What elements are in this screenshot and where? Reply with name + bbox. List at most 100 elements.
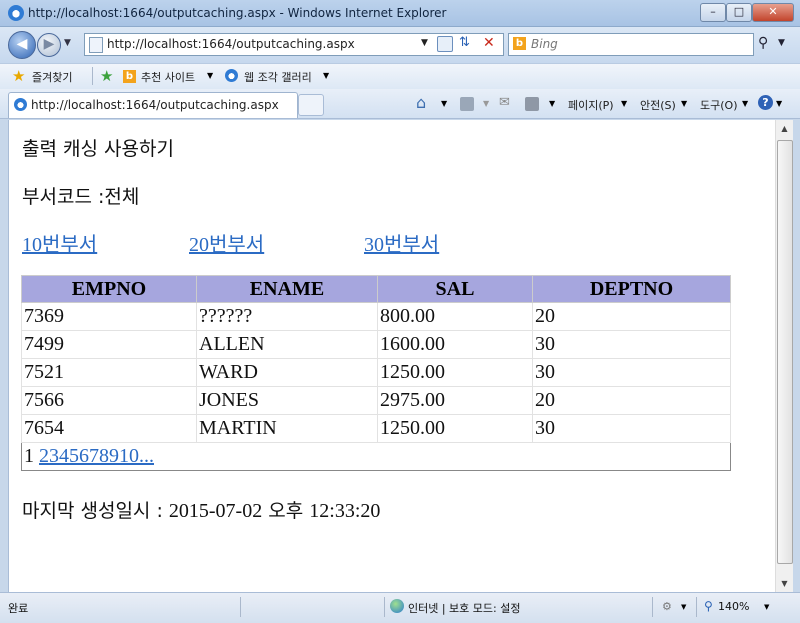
chevron-down-icon[interactable]: ▼ xyxy=(681,603,686,611)
chevron-down-icon[interactable]: ▼ xyxy=(776,99,782,108)
chevron-down-icon[interactable]: ▼ xyxy=(621,99,627,108)
employee-grid: EMPNO ENAME SAL DEPTNO 7369 ?????? 800.0… xyxy=(21,275,731,471)
cell-ename: JONES xyxy=(196,386,378,415)
address-input[interactable]: http://localhost:1664/outputcaching.aspx xyxy=(107,37,355,51)
chevron-down-icon[interactable]: ▼ xyxy=(323,71,329,80)
safety-menu[interactable]: 안전(S) xyxy=(640,97,676,113)
refresh-icon[interactable]: ⇅ xyxy=(459,35,470,50)
chevron-down-icon[interactable]: ▼ xyxy=(549,99,555,108)
compatibility-view-icon[interactable] xyxy=(437,36,453,52)
separator xyxy=(92,67,93,85)
table-row: 7654 MARTIN 1250.00 30 xyxy=(21,414,731,443)
minimize-button[interactable]: – xyxy=(700,3,726,22)
home-icon[interactable]: ⌂ xyxy=(416,93,426,112)
search-input[interactable]: Bing xyxy=(531,37,558,51)
scroll-down-arrow-icon[interactable]: ▼ xyxy=(776,575,793,592)
cell-ename: WARD xyxy=(196,358,378,387)
chevron-down-icon[interactable]: ▼ xyxy=(207,71,213,80)
table-row: 7521 WARD 1250.00 30 xyxy=(21,358,731,387)
chevron-down-icon[interactable]: ▼ xyxy=(681,99,687,108)
tab-bar: http://localhost:1664/outputcaching.aspx… xyxy=(0,89,800,119)
cell-deptno: 30 xyxy=(532,414,731,443)
globe-icon xyxy=(390,599,404,613)
address-dropdown-icon[interactable]: ▼ xyxy=(421,38,428,48)
cell-sal: 1250.00 xyxy=(377,358,533,387)
page-menu[interactable]: 페이지(P) xyxy=(568,97,614,113)
department-label: 부서코드 : xyxy=(22,186,105,208)
web-slice-gallery-link[interactable]: 웹 조각 갤러리 xyxy=(244,69,312,85)
separator xyxy=(384,597,385,617)
cell-empno: 7499 xyxy=(21,330,197,359)
cell-deptno: 30 xyxy=(532,330,731,359)
close-button[interactable]: ✕ xyxy=(752,3,794,22)
grid-header-row: EMPNO ENAME SAL DEPTNO xyxy=(21,275,731,303)
department-value: 전체 xyxy=(104,186,140,208)
help-icon[interactable]: ? xyxy=(758,95,773,110)
protected-mode-icon[interactable]: ⚙ xyxy=(662,600,672,613)
search-options-icon[interactable]: ▼ xyxy=(778,38,785,48)
history-dropdown-icon[interactable]: ▼ xyxy=(64,38,71,48)
maximize-button[interactable]: □ xyxy=(726,3,752,22)
separator xyxy=(652,597,653,617)
table-row: 7566 JONES 2975.00 20 xyxy=(21,386,731,415)
chevron-down-icon[interactable]: ▼ xyxy=(483,99,489,108)
chevron-down-icon[interactable]: ▼ xyxy=(441,99,447,108)
pager-more-link[interactable]: ... xyxy=(139,445,154,467)
page-content: 출력 캐싱 사용하기 부서코드 :전체 10번부서 20번부서 30번부서 EM… xyxy=(8,120,775,592)
scroll-up-arrow-icon[interactable]: ▲ xyxy=(776,120,793,137)
tab-active[interactable]: http://localhost:1664/outputcaching.aspx xyxy=(8,92,298,118)
dept-20-link[interactable]: 20번부서 xyxy=(189,228,264,257)
pager-page-link[interactable]: 10 xyxy=(119,445,139,467)
security-zone-text[interactable]: 인터넷 | 보호 모드: 설정 xyxy=(408,600,520,616)
bing-icon: b xyxy=(513,37,526,50)
page-title: 출력 캐싱 사용하기 xyxy=(22,138,174,160)
suggested-sites-icon: b xyxy=(123,70,136,83)
cell-sal: 1600.00 xyxy=(377,330,533,359)
pager-page-link[interactable]: 7 xyxy=(89,445,99,467)
new-tab-button[interactable] xyxy=(298,94,324,116)
cell-sal: 800.00 xyxy=(377,302,533,331)
mail-icon[interactable]: ✉ xyxy=(499,95,510,110)
chevron-down-icon[interactable]: ▼ xyxy=(742,99,748,108)
tab-page-icon xyxy=(14,98,27,111)
search-icon[interactable]: ⚲ xyxy=(758,35,768,51)
web-slice-icon xyxy=(225,69,238,82)
scrollbar-thumb[interactable] xyxy=(777,140,793,564)
column-header: ENAME xyxy=(196,275,378,303)
chevron-down-icon[interactable]: ▼ xyxy=(764,603,769,611)
search-box[interactable]: b Bing xyxy=(508,33,754,56)
forward-button[interactable]: ▶ xyxy=(37,33,61,57)
zoom-icon[interactable]: ⚲ xyxy=(704,599,713,613)
suggested-sites-link[interactable]: 추천 사이트 xyxy=(141,69,195,85)
add-to-favorites-icon[interactable]: ★ xyxy=(100,67,113,85)
pager-page-link[interactable]: 4 xyxy=(59,445,69,467)
cell-empno: 7521 xyxy=(21,358,197,387)
ie-logo-icon xyxy=(8,5,24,21)
zoom-level[interactable]: 140% xyxy=(718,600,749,613)
print-icon[interactable] xyxy=(525,97,539,111)
table-row: 7369 ?????? 800.00 20 xyxy=(21,302,731,331)
address-bar[interactable]: http://localhost:1664/outputcaching.aspx… xyxy=(84,33,504,56)
cell-ename: MARTIN xyxy=(196,414,378,443)
pager-page-link[interactable]: 2 xyxy=(39,445,49,467)
dept-30-link[interactable]: 30번부서 xyxy=(364,228,439,257)
separator xyxy=(240,597,241,617)
cell-deptno: 30 xyxy=(532,358,731,387)
pager-page-link[interactable]: 8 xyxy=(99,445,109,467)
generated-at-line: 마지막 생성일시 : 2015-07-02 오후 12:33:20 xyxy=(22,496,380,523)
pager-page-link[interactable]: 5 xyxy=(69,445,79,467)
cell-empno: 7566 xyxy=(21,386,197,415)
favorites-button[interactable]: 즐겨찾기 xyxy=(32,69,72,85)
back-button[interactable]: ◀ xyxy=(8,31,36,59)
column-header: DEPTNO xyxy=(532,275,731,303)
vertical-scrollbar[interactable]: ▲ ▼ xyxy=(775,120,793,592)
dept-10-link[interactable]: 10번부서 xyxy=(22,228,97,257)
pager-page-link[interactable]: 3 xyxy=(49,445,59,467)
rss-feed-icon[interactable] xyxy=(460,97,474,111)
stop-icon[interactable]: ✕ xyxy=(483,35,495,51)
pager-page-link[interactable]: 6 xyxy=(79,445,89,467)
table-row: 7499 ALLEN 1600.00 30 xyxy=(21,330,731,359)
pager-page-link[interactable]: 9 xyxy=(109,445,119,467)
separator xyxy=(696,597,697,617)
tools-menu[interactable]: 도구(O) xyxy=(700,97,737,113)
